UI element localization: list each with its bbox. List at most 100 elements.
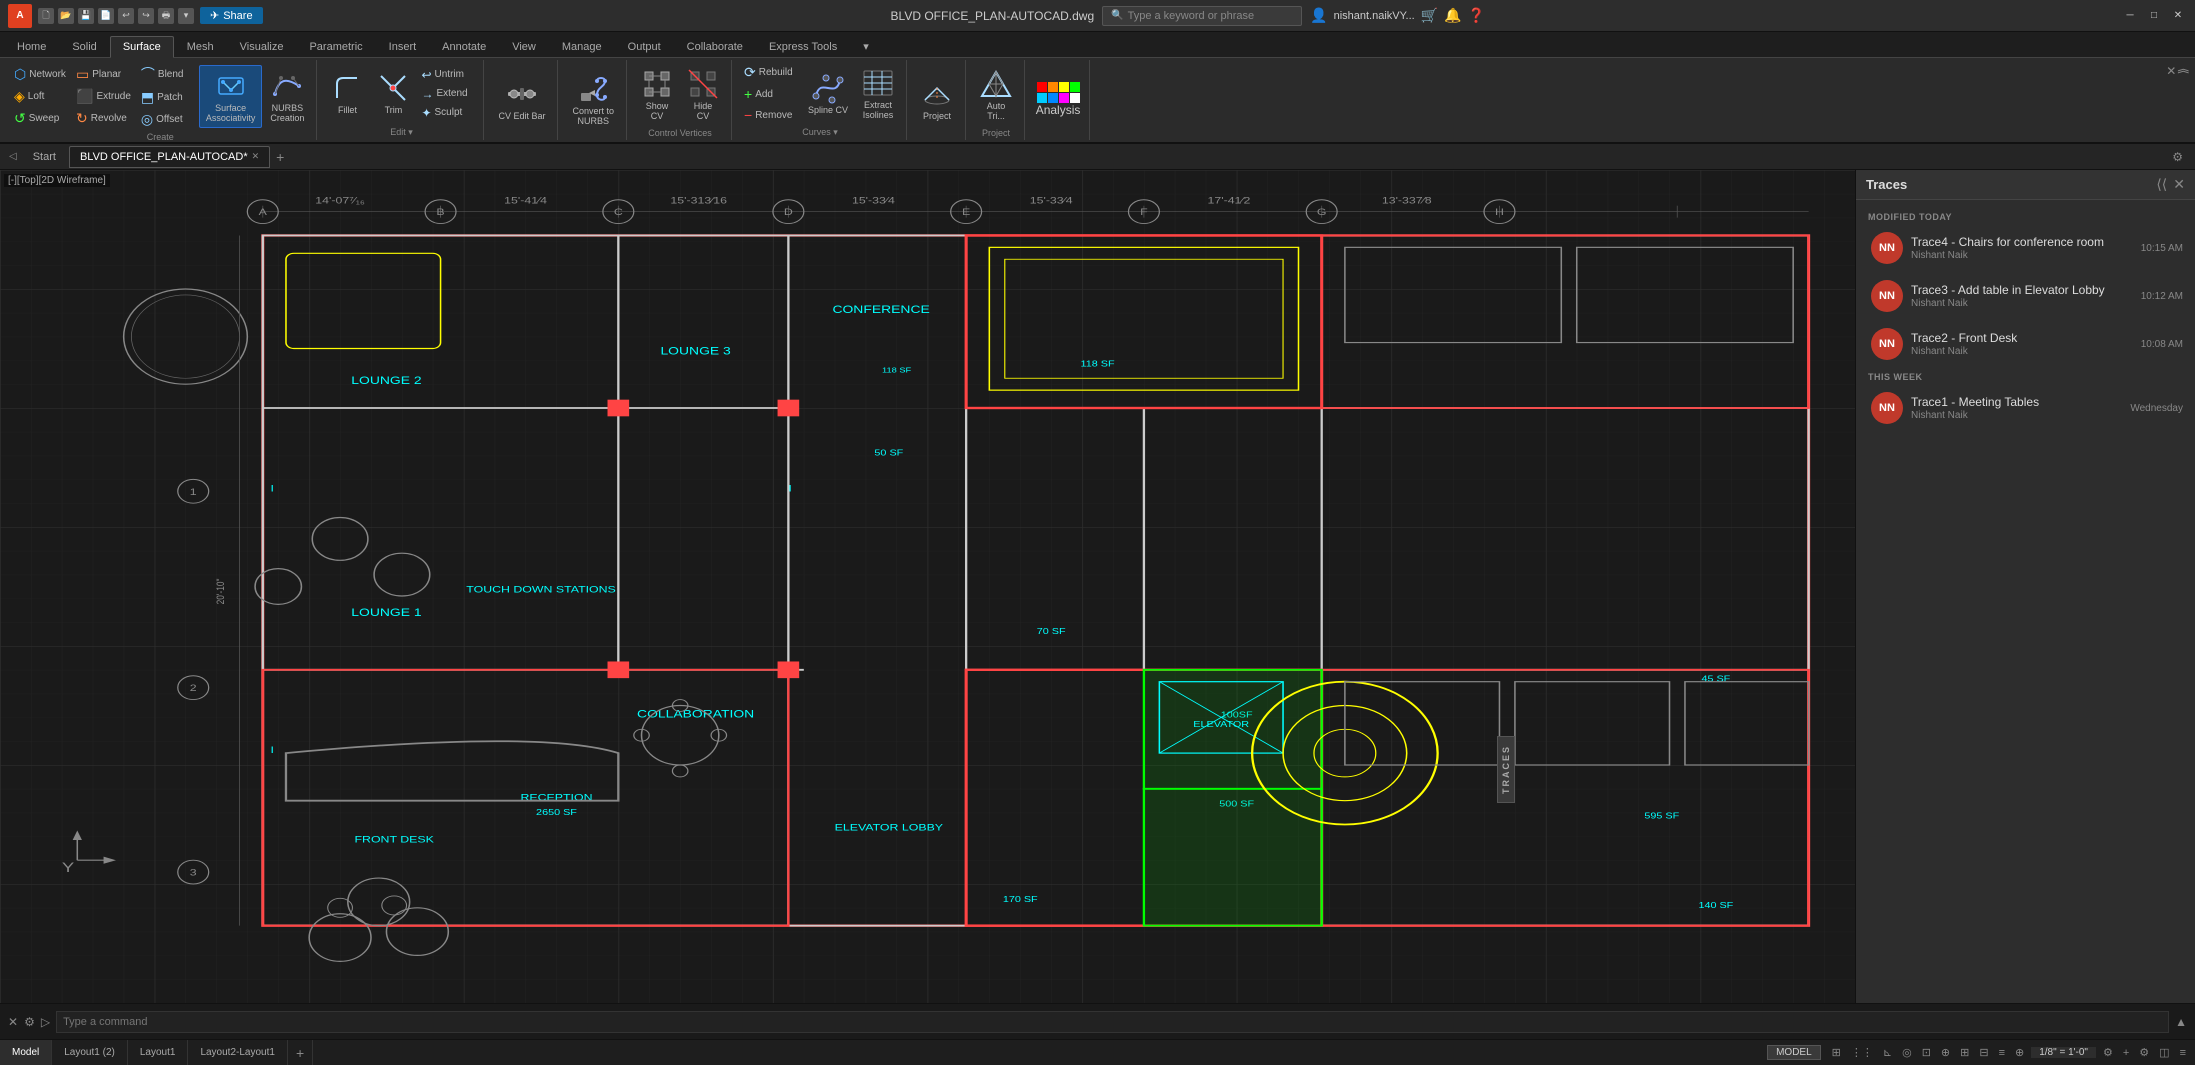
close-drawing-tab[interactable]: ✕	[252, 151, 260, 162]
save-as-icon[interactable]: 📄	[98, 8, 114, 24]
blend-button[interactable]: ⌒ Blend	[137, 62, 197, 86]
annotate-icon[interactable]: +	[2120, 1047, 2132, 1059]
tab-scroll-left[interactable]: ◁	[6, 151, 20, 162]
layout-tab-model[interactable]: Model	[0, 1040, 52, 1065]
lw-icon[interactable]: ≡	[1996, 1047, 2008, 1059]
minimize-button[interactable]: ─	[2121, 7, 2139, 25]
tab-express-tools[interactable]: Express Tools	[756, 35, 850, 57]
add-tab-button[interactable]: +	[272, 149, 288, 165]
props-icon[interactable]: ≡	[2177, 1047, 2189, 1059]
tab-visualize[interactable]: Visualize	[227, 35, 297, 57]
sculpt-button[interactable]: ✦ Sculpt	[417, 104, 477, 122]
planar-button[interactable]: ▭ Planar	[72, 64, 135, 85]
osnap-icon[interactable]: ⊡	[1919, 1046, 1934, 1059]
fillet-button[interactable]: Fillet	[325, 68, 369, 119]
extrude-button[interactable]: ⬛ Extrude	[72, 86, 135, 107]
scale-settings-icon[interactable]: ⚙	[2100, 1046, 2116, 1059]
extract-isolines-button[interactable]: ExtractIsolines	[856, 63, 900, 124]
maximize-button[interactable]: □	[2145, 7, 2163, 25]
add-layout-button[interactable]: +	[288, 1040, 313, 1065]
tp-icon[interactable]: ⊕	[2012, 1046, 2027, 1059]
trace-item-3[interactable]: NN Trace3 - Add table in Elevator Lobby …	[1856, 272, 2195, 320]
remove-button[interactable]: − Remove	[740, 105, 800, 125]
offset-button[interactable]: ◎ Offset	[137, 109, 197, 130]
spline-cv-button[interactable]: Spline CV	[802, 68, 854, 119]
cv-edit-bar-button[interactable]: CV Edit Bar	[492, 74, 551, 125]
cart-icon[interactable]: 🛒	[1421, 7, 1438, 24]
cmdline-scroll[interactable]: ▲	[2175, 1015, 2187, 1029]
workspace-icon[interactable]: ⚙	[2136, 1046, 2152, 1059]
search-box[interactable]: 🔍 Type a keyword or phrase	[1102, 6, 1302, 26]
tab-collaborate[interactable]: Collaborate	[674, 35, 756, 57]
tab-manage[interactable]: Manage	[549, 35, 615, 57]
layout-tab-layout1[interactable]: Layout1	[128, 1040, 189, 1065]
tab-mesh[interactable]: Mesh	[174, 35, 227, 57]
layout-tab-layout1-2[interactable]: Layout1 (2)	[52, 1040, 128, 1065]
sweep-button[interactable]: ↺ Sweep	[10, 108, 70, 129]
save-icon[interactable]: 💾	[78, 8, 94, 24]
rebuild-button[interactable]: ⟳ Rebuild	[740, 62, 800, 83]
loft-button[interactable]: ◈ Loft	[10, 86, 70, 107]
show-cv-button[interactable]: ShowCV	[635, 64, 679, 125]
otrack-icon[interactable]: ⊕	[1938, 1046, 1953, 1059]
traces-close-button[interactable]: ✕	[2173, 176, 2185, 193]
layout-tab-layout2[interactable]: Layout2-Layout1	[188, 1040, 288, 1065]
tab-surface[interactable]: Surface	[110, 36, 174, 58]
bell-icon[interactable]: 🔔	[1444, 7, 1461, 24]
project-button[interactable]: Project	[915, 74, 959, 125]
svg-text:45 SF: 45 SF	[1701, 675, 1730, 684]
help-icon[interactable]: ❓	[1468, 7, 1485, 24]
snap-icon[interactable]: ⋮⋮	[1848, 1046, 1876, 1059]
trace-item-1[interactable]: NN Trace1 - Meeting Tables Nishant Naik …	[1856, 384, 2195, 432]
cmdline-settings-icon[interactable]: ⚙	[24, 1015, 35, 1029]
tab-settings-button[interactable]: ⚙	[2166, 150, 2189, 164]
traces-pin-button[interactable]: ⟨⟨	[2156, 176, 2167, 193]
viewport[interactable]: [-][Top][2D Wireframe] 14'-07⁷⁄₁₆	[0, 170, 1855, 1003]
add-button[interactable]: + Add	[740, 84, 800, 104]
tab-extra[interactable]: ▾	[850, 35, 882, 57]
autotri-button[interactable]: AutoTri...	[974, 64, 1018, 125]
hide-cv-button[interactable]: HideCV	[681, 64, 725, 125]
ribbon-collapse-button[interactable]: ⟪	[2175, 66, 2193, 77]
trace-item-2[interactable]: NN Trace2 - Front Desk Nishant Naik 10:0…	[1856, 320, 2195, 368]
dyn-icon[interactable]: ⊟	[1976, 1046, 1991, 1059]
tab-start[interactable]: Start	[22, 146, 67, 168]
tab-insert[interactable]: Insert	[376, 35, 430, 57]
analysis-button[interactable]: Analysis	[1033, 80, 1083, 119]
convert-nurbs-button[interactable]: Convert toNURBS	[566, 69, 620, 130]
ducs-icon[interactable]: ⊞	[1957, 1046, 1972, 1059]
traces-side-label[interactable]: TRACES	[1497, 736, 1515, 803]
dropdown-icon[interactable]: ▾	[178, 8, 194, 24]
close-button[interactable]: ✕	[2169, 7, 2187, 25]
patch-button[interactable]: ⬒ Patch	[137, 87, 197, 108]
network-button[interactable]: ⬡ Network	[10, 64, 70, 85]
nurbs-creation-button[interactable]: NURBSCreation	[264, 66, 310, 127]
cmdline-close[interactable]: ✕	[8, 1015, 18, 1029]
redo-icon[interactable]: ↪	[138, 8, 154, 24]
trace-item-4[interactable]: NN Trace4 - Chairs for conference room N…	[1856, 224, 2195, 272]
revolve-button[interactable]: ↻ Revolve	[72, 108, 135, 129]
model-space-button[interactable]: MODEL	[1767, 1045, 1821, 1060]
tab-solid[interactable]: Solid	[59, 35, 109, 57]
new-icon[interactable]: 🗋	[38, 8, 54, 24]
plot-icon[interactable]: 🖶	[158, 8, 174, 24]
surface-associativity-button[interactable]: SurfaceAssociativity	[199, 65, 263, 128]
tab-home[interactable]: Home	[4, 35, 59, 57]
undo-icon[interactable]: ↩	[118, 8, 134, 24]
scale-display[interactable]: 1/8" = 1'-0"	[2031, 1047, 2096, 1058]
polar-icon[interactable]: ◎	[1899, 1046, 1915, 1059]
tab-parametric[interactable]: Parametric	[296, 35, 375, 57]
tab-annotate[interactable]: Annotate	[429, 35, 499, 57]
command-input[interactable]	[56, 1011, 2169, 1033]
share-button[interactable]: ✈ Share	[200, 7, 263, 24]
grid-icon[interactable]: ⊞	[1829, 1046, 1844, 1059]
extend-button[interactable]: → Extend	[417, 85, 477, 103]
untrim-button[interactable]: ↩ Untrim	[417, 66, 477, 84]
tab-view[interactable]: View	[499, 35, 549, 57]
layout-icon[interactable]: ◫	[2156, 1046, 2172, 1059]
tab-main-drawing[interactable]: BLVD OFFICE_PLAN-AUTOCAD* ✕	[69, 146, 270, 168]
tab-output[interactable]: Output	[615, 35, 674, 57]
ortho-icon[interactable]: ⊾	[1880, 1046, 1895, 1059]
open-icon[interactable]: 📂	[58, 8, 74, 24]
trim-button[interactable]: Trim	[371, 68, 415, 119]
